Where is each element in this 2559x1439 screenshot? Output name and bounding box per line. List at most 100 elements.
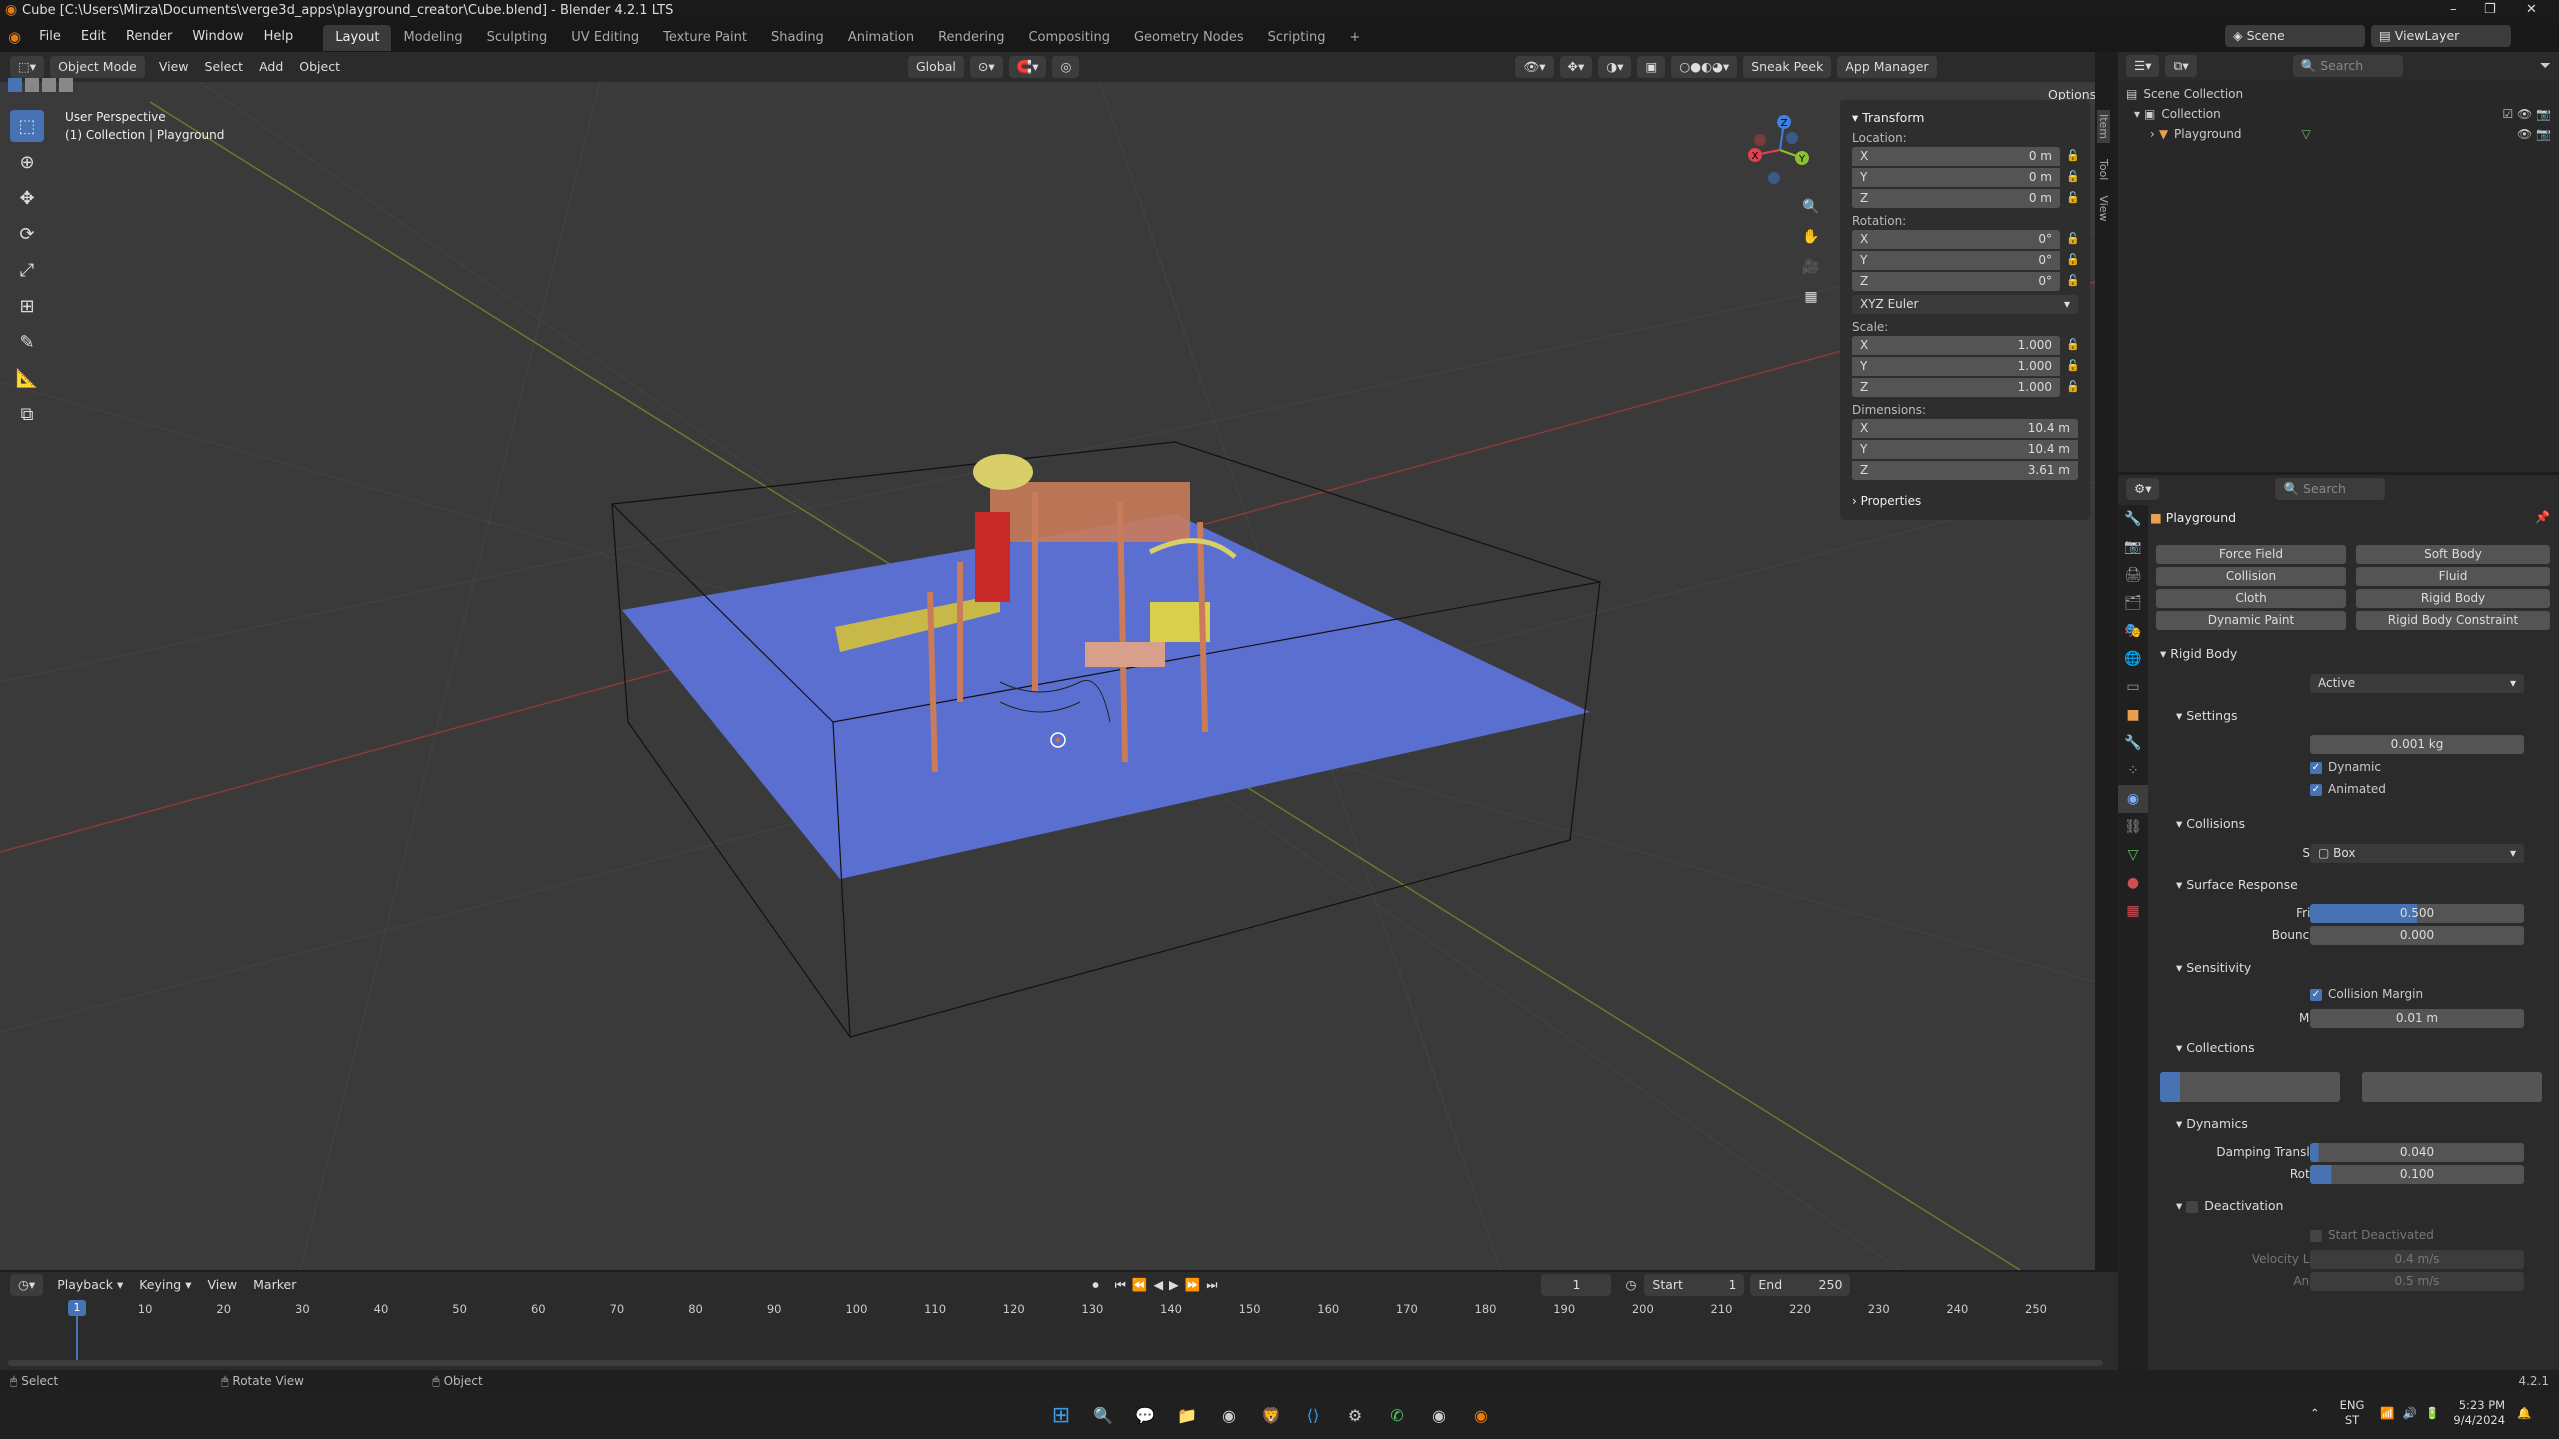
lock-icon[interactable]: 🔓: [2066, 149, 2080, 162]
playground-row[interactable]: › ▼ Playground ▽ 👁 📷: [2126, 124, 2551, 144]
menu-add[interactable]: Add: [251, 56, 291, 78]
playback-controls-icon[interactable]: ⏮⏪◀▶⏩⏭: [1107, 1274, 1232, 1296]
force-field-button[interactable]: Force Field: [2156, 545, 2346, 564]
3d-viewport[interactable]: User Perspective (1) Collection | Playgr…: [0, 82, 2095, 1270]
lock-icon[interactable]: 🔓: [2066, 338, 2080, 351]
scale-x-field[interactable]: X 1.000: [1852, 336, 2060, 355]
location-y-field[interactable]: Y0 m: [1852, 168, 2060, 187]
tab-geometry-nodes[interactable]: Geometry Nodes: [1122, 25, 1256, 51]
world-tab-icon[interactable]: 🌐: [2118, 645, 2148, 673]
menu-edit[interactable]: Edit: [71, 22, 116, 52]
snap-icon[interactable]: 🧲▾: [1008, 56, 1047, 78]
tab-animation[interactable]: Animation: [836, 25, 926, 51]
timeline-view-menu[interactable]: View: [199, 1274, 245, 1296]
lock-icon[interactable]: 🔓: [2066, 170, 2080, 183]
scene-tab-icon[interactable]: 🎭: [2118, 617, 2148, 645]
dynamic-paint-button[interactable]: Dynamic Paint: [2156, 611, 2346, 630]
select-mode-invert-icon[interactable]: [59, 78, 73, 92]
xray-icon[interactable]: ▣: [1637, 56, 1666, 78]
menu-render[interactable]: Render: [116, 22, 182, 52]
marker-menu[interactable]: Marker: [245, 1274, 304, 1296]
collection-tab-icon[interactable]: ▭: [2118, 673, 2148, 701]
orientation-selector[interactable]: Global: [908, 56, 964, 78]
view-layer-tab-icon[interactable]: 🗂: [2118, 589, 2148, 617]
surface-response-panel-header[interactable]: ▾ Surface Response: [2176, 877, 2298, 892]
close-button[interactable]: ✕: [2526, 2, 2537, 17]
pin-icon[interactable]: 📌: [2535, 510, 2550, 524]
scale-z-field[interactable]: Z 1.000: [1852, 378, 2060, 397]
transform-header[interactable]: ▾ Transform: [1852, 110, 2078, 125]
record-icon[interactable]: ⏺: [1084, 1274, 1106, 1296]
github-icon[interactable]: ⚙: [1341, 1401, 1369, 1429]
cursor-icon[interactable]: ⊕: [10, 146, 44, 178]
location-z-field[interactable]: Z0 m: [1852, 189, 2060, 208]
lock-icon[interactable]: 🔓: [2066, 359, 2080, 372]
scene-collection-row[interactable]: ▤ Scene Collection: [2126, 84, 2551, 104]
mass-field[interactable]: 0.001 kg: [2310, 735, 2524, 754]
measure-icon[interactable]: 📐: [10, 362, 44, 394]
file-explorer-icon[interactable]: 📁: [1173, 1401, 1201, 1429]
object-tab-icon[interactable]: ■: [2118, 701, 2148, 729]
display-mode-icon[interactable]: ⧉▾: [2165, 55, 2197, 77]
velocity-linear-field[interactable]: 0.4 m/s: [2310, 1250, 2524, 1269]
dimensions-z-field[interactable]: Z 3.61 m: [1852, 461, 2078, 480]
navigation-gizmo[interactable]: X Y Z: [1740, 110, 1820, 190]
deactivation-panel-header[interactable]: ▾ Deactivation: [2176, 1198, 2283, 1213]
cloth-button[interactable]: Cloth: [2156, 589, 2346, 608]
tab-sculpting[interactable]: Sculpting: [475, 25, 560, 51]
collections-panel-header[interactable]: ▾ Collections: [2176, 1040, 2255, 1055]
shape-select[interactable]: ▢ Box ▾: [2310, 844, 2524, 863]
damping-rotation-slider[interactable]: 0.100: [2310, 1165, 2524, 1184]
properties-editor-icon[interactable]: ⚙▾: [2126, 478, 2160, 500]
rigid-body-constraint-button[interactable]: Rigid Body Constraint: [2356, 611, 2550, 630]
rotation-mode-select[interactable]: XYZ Euler ▾: [1852, 295, 2078, 314]
soft-body-button[interactable]: Soft Body: [2356, 545, 2550, 564]
camera-view-icon[interactable]: 🎥: [1798, 254, 1824, 280]
lock-icon[interactable]: 🔓: [2066, 253, 2080, 266]
constraints-tab-icon[interactable]: ⛓: [2118, 813, 2148, 841]
damping-translation-slider[interactable]: 0.040: [2310, 1143, 2524, 1162]
dynamic-checkbox[interactable]: ✓ Dynamic: [2310, 760, 2381, 774]
discord-icon[interactable]: 💬: [1131, 1401, 1159, 1429]
chrome-icon[interactable]: ◉: [1215, 1401, 1243, 1429]
texture-tab-icon[interactable]: ▦: [2118, 897, 2148, 925]
tab-rendering[interactable]: Rendering: [926, 25, 1016, 51]
outliner-editor-icon[interactable]: ☰▾: [2126, 55, 2160, 77]
output-tab-icon[interactable]: 🖨: [2118, 561, 2148, 589]
add-workspace-button[interactable]: +: [1337, 25, 1372, 51]
clock-date[interactable]: 9/4/2024: [2453, 1413, 2505, 1428]
pivot-icon[interactable]: ⊙▾: [969, 56, 1003, 78]
keying-menu[interactable]: Keying ▾: [131, 1274, 199, 1296]
maximize-button[interactable]: ❐: [2484, 2, 2496, 17]
animated-checkbox[interactable]: ✓ Animated: [2310, 782, 2386, 796]
rotate-icon[interactable]: ⟳: [10, 218, 44, 250]
lock-icon[interactable]: 🔓: [2066, 191, 2080, 204]
timeline-scrollbar[interactable]: [8, 1360, 2103, 1366]
visibility-icon[interactable]: 👁▾: [1515, 56, 1554, 78]
start-frame-field[interactable]: Start 1: [1644, 1274, 1745, 1296]
collisions-panel-header[interactable]: ▾ Collisions: [2176, 816, 2245, 831]
editor-type-icon[interactable]: ⬚▾: [10, 56, 45, 78]
start-deactivated-checkbox[interactable]: Start Deactivated: [2310, 1228, 2434, 1242]
language-label[interactable]: ENG: [2340, 1398, 2365, 1413]
settings-panel-header[interactable]: ▾ Settings: [2176, 708, 2238, 723]
tab-shading[interactable]: Shading: [759, 25, 836, 51]
zoom-icon[interactable]: 🔍: [1798, 194, 1824, 220]
menu-view[interactable]: View: [151, 56, 197, 78]
shading-modes-icon[interactable]: ○●◐◕▾: [1671, 56, 1738, 78]
tab-view[interactable]: View: [2097, 195, 2110, 221]
search-icon[interactable]: 🔍: [1089, 1401, 1117, 1429]
angular-field[interactable]: 0.5 m/s: [2310, 1272, 2524, 1291]
tab-modeling[interactable]: Modeling: [391, 25, 474, 51]
lock-icon[interactable]: 🔓: [2066, 274, 2080, 287]
filter-icon[interactable]: ⏷: [2540, 58, 2551, 74]
menu-window[interactable]: Window: [182, 22, 253, 52]
select-mode-subtract-icon[interactable]: [42, 78, 56, 92]
location-x-field[interactable]: X0 m: [1852, 147, 2060, 166]
dimensions-y-field[interactable]: Y 10.4 m: [1852, 440, 2078, 459]
collision-collections-grid[interactable]: [2160, 1072, 2542, 1102]
minimize-button[interactable]: –: [2450, 2, 2457, 17]
data-tab-icon[interactable]: ▽: [2118, 841, 2148, 869]
sensitivity-panel-header[interactable]: ▾ Sensitivity: [2176, 960, 2251, 975]
rotation-x-field[interactable]: X 0°: [1852, 230, 2060, 249]
